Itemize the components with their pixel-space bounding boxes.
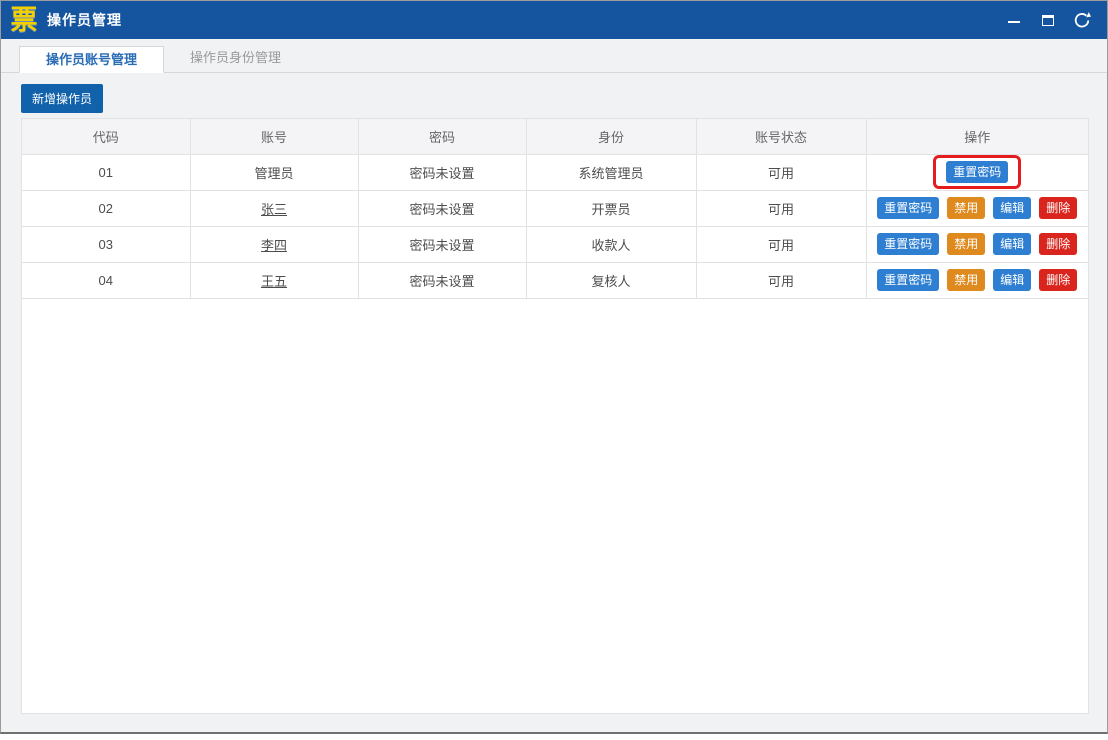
delete-button[interactable]: 删除 — [1039, 269, 1078, 291]
status-cell: 可用 — [695, 189, 867, 227]
disable-button[interactable]: 禁用 — [947, 233, 986, 255]
code-cell: 01 — [22, 153, 191, 191]
delete-button[interactable]: 删除 — [1039, 197, 1078, 219]
column-header: 账号状态 — [695, 119, 867, 155]
column-header: 代码 — [22, 119, 191, 155]
reset-password-button[interactable]: 重置密码 — [946, 161, 1009, 183]
account-cell: 张三 — [189, 189, 359, 227]
status-cell: 可用 — [695, 225, 867, 263]
password-cell: 密码未设置 — [357, 153, 527, 191]
table-row: 02 张三 密码未设置 开票员 可用 重置密码 禁用 编辑 删除 — [22, 189, 1088, 227]
reset-password-button[interactable]: 重置密码 — [877, 197, 940, 219]
actions-cell: 重置密码 禁用 编辑 删除 — [865, 189, 1088, 227]
disable-button[interactable]: 禁用 — [947, 269, 986, 291]
window-controls — [1005, 11, 1097, 29]
back-button[interactable] — [1073, 11, 1091, 29]
edit-button[interactable]: 编辑 — [993, 197, 1032, 219]
account-cell: 管理员 — [189, 153, 359, 191]
operator-table-panel: 代码 账号 密码 身份 账号状态 操作 01 管理员 密码未设置 系统管理员 可用 重置密码 02 张三… — [21, 118, 1089, 714]
password-cell: 密码未设置 — [357, 225, 527, 263]
reset-password-button[interactable]: 重置密码 — [877, 269, 940, 291]
tab-operator-account-management[interactable]: 操作员账号管理 — [19, 46, 165, 73]
account-link[interactable]: 李四 — [261, 238, 287, 253]
delete-button[interactable]: 删除 — [1039, 233, 1078, 255]
minimize-button[interactable] — [1005, 11, 1023, 29]
disable-button[interactable]: 禁用 — [947, 197, 986, 219]
code-cell: 04 — [22, 261, 191, 299]
edit-button[interactable]: 编辑 — [993, 269, 1032, 291]
code-cell: 02 — [22, 189, 191, 227]
reset-password-button[interactable]: 重置密码 — [877, 233, 940, 255]
actions-cell: 重置密码 — [865, 153, 1088, 191]
account-cell: 李四 — [189, 225, 359, 263]
table-row: 01 管理员 密码未设置 系统管理员 可用 重置密码 — [22, 153, 1088, 191]
minimize-icon — [1008, 21, 1020, 23]
edit-button[interactable]: 编辑 — [993, 233, 1032, 255]
back-undo-icon — [1074, 12, 1091, 28]
column-header: 身份 — [525, 119, 697, 155]
password-cell: 密码未设置 — [357, 189, 527, 227]
operator-table: 代码 账号 密码 身份 账号状态 操作 01 管理员 密码未设置 系统管理员 可用 重置密码 02 张三… — [22, 119, 1088, 299]
account-cell: 王五 — [189, 261, 359, 299]
table-header-row: 代码 账号 密码 身份 账号状态 操作 — [22, 119, 1088, 155]
column-header: 账号 — [189, 119, 359, 155]
column-header: 密码 — [357, 119, 527, 155]
toolbar: 新增操作员 — [1, 73, 1107, 113]
identity-cell: 复核人 — [525, 261, 697, 299]
actions-cell: 重置密码 禁用 编辑 删除 — [865, 225, 1088, 263]
app-icon: 票 — [10, 5, 38, 35]
status-cell: 可用 — [695, 261, 867, 299]
account-link[interactable]: 张三 — [261, 202, 287, 217]
code-cell: 03 — [22, 225, 191, 263]
highlight-annotation-box: 重置密码 — [933, 155, 1022, 189]
tab-operator-identity-management[interactable]: 操作员身份管理 — [164, 45, 307, 72]
table-row: 03 李四 密码未设置 收款人 可用 重置密码 禁用 编辑 删除 — [22, 225, 1088, 263]
identity-cell: 开票员 — [525, 189, 697, 227]
column-header: 操作 — [865, 119, 1088, 155]
window-title: 操作员管理 — [47, 12, 122, 28]
tab-bar: 操作员账号管理 操作员身份管理 — [1, 39, 1107, 73]
title-bar: 票 操作员管理 — [1, 1, 1107, 39]
add-operator-button[interactable]: 新增操作员 — [21, 84, 104, 113]
maximize-button[interactable] — [1039, 11, 1057, 29]
table-row: 04 王五 密码未设置 复核人 可用 重置密码 禁用 编辑 删除 — [22, 261, 1088, 299]
status-cell: 可用 — [695, 153, 867, 191]
password-cell: 密码未设置 — [357, 261, 527, 299]
identity-cell: 系统管理员 — [525, 153, 697, 191]
account-link[interactable]: 王五 — [261, 274, 287, 289]
actions-cell: 重置密码 禁用 编辑 删除 — [865, 261, 1088, 299]
operator-table-body: 01 管理员 密码未设置 系统管理员 可用 重置密码 02 张三 密码未设置 开票员 可用 重置密码禁… — [22, 153, 1088, 299]
identity-cell: 收款人 — [525, 225, 697, 263]
maximize-icon — [1042, 14, 1054, 26]
app-window: 票 操作员管理 操作员账号管理 操作员身份管理 新增操作员 代码 账号 密码 身… — [0, 0, 1108, 734]
